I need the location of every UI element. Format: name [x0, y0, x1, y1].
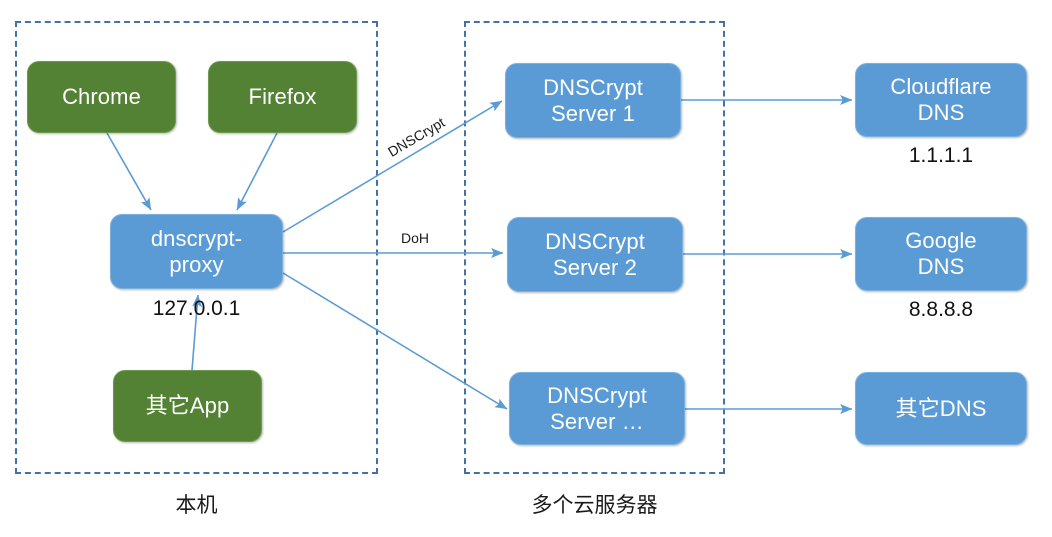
edge-label-dnscrypt: DNSCrypt	[385, 114, 448, 160]
node-firefox[interactable]: Firefox	[208, 61, 357, 133]
node-dnscrypt-proxy[interactable]: dnscrypt- proxy	[110, 214, 283, 289]
edge-label-doh: DoH	[401, 230, 430, 246]
node-other-app[interactable]: 其它App	[113, 370, 262, 442]
caption-cloudflare-address: 1.1.1.1	[908, 144, 974, 167]
caption-proxy-address: 127.0.0.1	[152, 297, 241, 320]
node-firefox-label: Firefox	[248, 84, 317, 110]
node-dnscrypt-server-2[interactable]: DNSCrypt Server 2	[507, 217, 683, 292]
diagram-canvas: Chrome Firefox 其它App dnscrypt- proxy 127…	[0, 0, 1052, 537]
node-other-app-label: 其它App	[145, 393, 230, 419]
node-dnscrypt-server-n-label: DNSCrypt Server …	[547, 382, 647, 434]
node-other-dns-label: 其它DNS	[895, 395, 987, 421]
node-other-dns[interactable]: 其它DNS	[855, 372, 1027, 445]
node-google-dns[interactable]: Google DNS	[855, 217, 1027, 291]
node-cloudflare-dns[interactable]: Cloudflare DNS	[855, 63, 1027, 137]
zone-label-cloud-servers: 多个云服务器	[531, 494, 658, 517]
node-google-dns-label: Google DNS	[905, 228, 977, 279]
caption-google-address: 8.8.8.8	[908, 298, 974, 321]
node-dnscrypt-proxy-label: dnscrypt- proxy	[150, 225, 243, 277]
node-chrome-label: Chrome	[62, 84, 141, 110]
node-dnscrypt-server-2-label: DNSCrypt Server 2	[545, 228, 645, 280]
node-cloudflare-dns-label: Cloudflare DNS	[890, 74, 992, 125]
node-dnscrypt-server-n[interactable]: DNSCrypt Server …	[509, 372, 685, 445]
node-chrome[interactable]: Chrome	[27, 61, 176, 133]
node-dnscrypt-server-1[interactable]: DNSCrypt Server 1	[505, 63, 681, 138]
node-dnscrypt-server-1-label: DNSCrypt Server 1	[543, 74, 643, 126]
zone-label-local-machine: 本机	[175, 494, 218, 517]
